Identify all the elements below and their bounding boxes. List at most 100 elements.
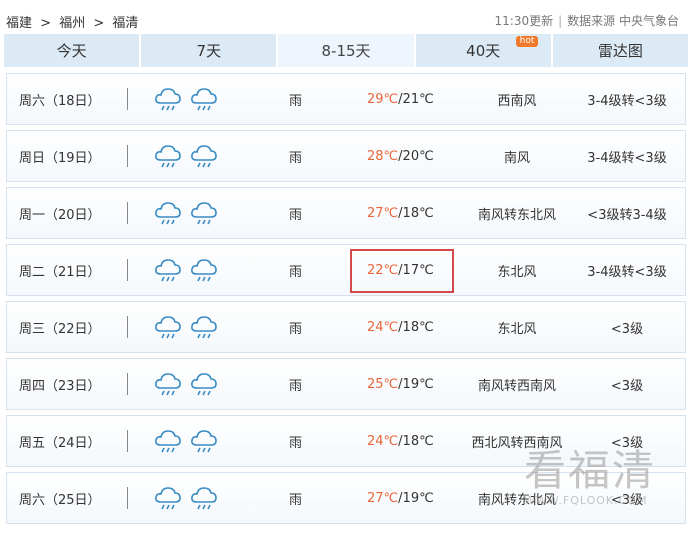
hot-badge: hot [515,36,539,47]
forecast-row: 周六（25日） 雨 27℃/19℃ 南风转东北风 <3级 [6,472,686,524]
data-source: 数据来源 中央气象台 [567,14,679,28]
rain-cloud-icon [189,257,219,287]
wind-direction: 西南风 [497,93,537,109]
weather-icons [153,86,219,116]
low-temp: 21℃ [402,91,434,107]
tab-radar[interactable]: 雷达图 [552,34,689,67]
top-bar: 福建 > 福州 > 福清 11:30更新 | 数据来源 中央气象台 [0,0,693,34]
temperature: 24℃/18℃ [367,434,457,449]
row-divider [127,316,128,338]
weather-text: 雨 [289,93,303,109]
weather-icons [153,143,219,173]
temperature: 27℃/19℃ [367,491,457,506]
forecast-row: 周日（19日） 雨 28℃/20℃ 南风 3-4级转<3级 [6,130,686,182]
forecast-row: 周六（18日） 雨 29℃/21℃ 西南风 3-4级转<3级 [6,73,686,125]
wind-level: 3-4级转<3级 [587,264,667,280]
weather-text: 雨 [289,264,303,280]
wind-direction: 东北风 [497,321,537,337]
row-divider [127,487,128,509]
breadcrumb-district: 福清 [112,16,139,31]
meta-divider: | [558,14,563,28]
rain-cloud-icon [189,428,219,458]
temperature: 22℃/17℃ [367,263,457,278]
temperature: 25℃/19℃ [367,377,457,392]
rain-cloud-icon [189,371,219,401]
low-temp: 19℃ [402,490,434,506]
update-info: 11:30更新 | 数据来源 中央气象台 [495,12,679,29]
wind-level: 3-4级转<3级 [587,150,667,166]
tab-label: 今天 [56,42,87,60]
tab-today[interactable]: 今天 [4,34,142,67]
weather-icons [153,485,219,515]
rain-cloud-icon [153,314,183,344]
weather-icons [153,200,219,230]
temperature: 28℃/20℃ [367,149,457,164]
forecast-row: 周二（21日） 雨 22℃/17℃ 东北风 3-4级转<3级 [6,244,686,296]
weather-icons [153,257,219,287]
weather-icons [153,314,219,344]
rain-cloud-icon [153,143,183,173]
high-temp: 29℃ [367,91,399,107]
wind-direction: 南风 [503,150,530,166]
rain-cloud-icon [189,86,219,116]
high-temp: 24℃ [367,433,399,449]
wind-level: 3-4级转<3级 [587,93,667,109]
rain-cloud-icon [153,86,183,116]
weather-text: 雨 [289,378,303,394]
rain-cloud-icon [153,200,183,230]
day-label: 周五（24日） [19,435,101,451]
weather-text: 雨 [289,435,303,451]
tab-8-15-days[interactable]: 8-15天 [278,34,416,67]
wind-level: <3级 [610,321,644,337]
row-divider [127,373,128,395]
temperature: 24℃/18℃ [367,320,457,335]
breadcrumb-city[interactable]: 福州 [59,16,85,31]
temperature: 27℃/18℃ [367,206,457,221]
tab-label: 40天 [466,42,501,60]
breadcrumb-province[interactable]: 福建 [6,16,32,31]
tab-label: 8-15天 [321,42,371,60]
row-divider [127,430,128,452]
day-label: 周六（25日） [19,492,101,508]
row-divider [127,145,128,167]
forecast-tabs: 今天 7天 8-15天 40天 hot 雷达图 [4,34,689,67]
tab-40-days[interactable]: 40天 hot [415,34,553,67]
update-time: 11:30更新 [494,14,554,28]
breadcrumb-separator: > [93,16,105,31]
low-temp: 20℃ [402,148,434,164]
wind-level: <3级 [610,435,644,451]
weather-text: 雨 [289,207,303,223]
rain-cloud-icon [189,200,219,230]
weather-text: 雨 [289,150,303,166]
breadcrumb-separator: > [40,16,52,31]
weather-icons [153,428,219,458]
tab-label: 雷达图 [597,42,643,60]
low-temp: 18℃ [402,205,434,221]
rain-cloud-icon [189,143,219,173]
tab-7-days[interactable]: 7天 [141,34,279,67]
high-temp: 28℃ [367,148,399,164]
rain-cloud-icon [153,485,183,515]
day-label: 周三（22日） [19,321,101,337]
rain-cloud-icon [189,485,219,515]
high-temp: 24℃ [367,319,399,335]
wind-direction: 南风转东北风 [477,207,556,223]
day-label: 周六（18日） [19,93,101,109]
day-label: 周日（19日） [19,150,101,166]
wind-level: <3级转3-4级 [587,207,667,223]
weather-text: 雨 [289,321,303,337]
row-divider [127,259,128,281]
forecast-row: 周一（20日） 雨 27℃/18℃ 南风转东北风 <3级转3-4级 [6,187,686,239]
wind-level: <3级 [610,492,644,508]
wind-direction: 东北风 [497,264,537,280]
low-temp: 17℃ [402,262,434,278]
forecast-row: 周四（23日） 雨 25℃/19℃ 南风转西南风 <3级 [6,358,686,410]
wind-level: <3级 [610,378,644,394]
temperature: 29℃/21℃ [367,92,457,107]
row-divider [127,88,128,110]
high-temp: 25℃ [367,376,399,392]
row-divider [127,202,128,224]
wind-direction: 西北风转西南风 [471,435,563,451]
rain-cloud-icon [153,371,183,401]
rain-cloud-icon [153,257,183,287]
